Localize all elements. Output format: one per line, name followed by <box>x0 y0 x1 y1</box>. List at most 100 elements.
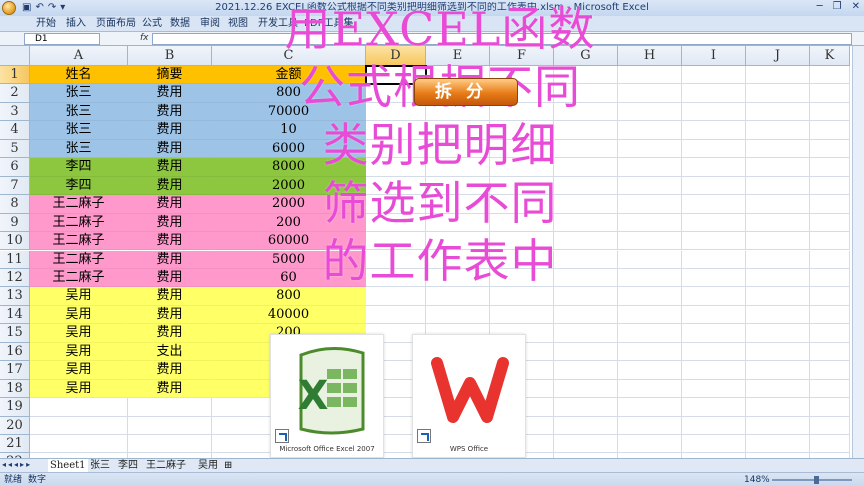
cell-d4[interactable] <box>366 121 426 140</box>
row-header-2[interactable]: 2 <box>0 84 30 103</box>
cell-i1[interactable] <box>682 66 746 85</box>
cell-k4[interactable] <box>810 121 850 140</box>
cell-k10[interactable] <box>810 232 850 251</box>
cell-f9[interactable] <box>490 213 554 233</box>
zoom-level[interactable]: 148% <box>744 474 770 486</box>
cell-b7[interactable]: 费用 <box>128 176 212 196</box>
cell-d8[interactable] <box>366 195 426 214</box>
cell-g21[interactable] <box>554 435 618 454</box>
cell-g14[interactable] <box>554 305 618 325</box>
cell-k8[interactable] <box>810 195 850 214</box>
cell-k6[interactable] <box>810 158 850 177</box>
cell-i8[interactable] <box>682 195 746 214</box>
cell-h6[interactable] <box>618 158 682 177</box>
column-header-i[interactable]: I <box>682 46 746 66</box>
row-header-14[interactable]: 14 <box>0 305 30 325</box>
cell-k11[interactable] <box>810 250 850 269</box>
cell-e8[interactable] <box>426 195 490 214</box>
wps-shortcut-tile[interactable]: WPS Office <box>412 334 526 458</box>
tab-view[interactable]: 视图 <box>228 17 248 30</box>
zoom-slider[interactable] <box>772 476 852 484</box>
sheet-tab-1[interactable]: 张三 <box>88 459 112 472</box>
cell-j11[interactable] <box>746 250 810 269</box>
column-header-c[interactable]: C <box>212 46 366 66</box>
row-header-11[interactable]: 11 <box>0 250 30 269</box>
row-header-17[interactable]: 17 <box>0 361 30 380</box>
cell-a1[interactable]: 姓名 <box>30 66 128 85</box>
cell-e13[interactable] <box>426 287 490 306</box>
cell-i3[interactable] <box>682 102 746 122</box>
cell-b4[interactable]: 费用 <box>128 121 212 140</box>
cell-h12[interactable] <box>618 268 682 288</box>
row-header-12[interactable]: 12 <box>0 268 30 288</box>
cell-e6[interactable] <box>426 158 490 177</box>
cell-i14[interactable] <box>682 305 746 325</box>
cell-a21[interactable] <box>30 435 128 454</box>
cell-g12[interactable] <box>554 268 618 288</box>
cell-c11[interactable]: 5000 <box>212 250 366 269</box>
cell-f5[interactable] <box>490 139 554 159</box>
cell-h7[interactable] <box>618 176 682 196</box>
cell-i15[interactable] <box>682 324 746 343</box>
cell-e10[interactable] <box>426 232 490 251</box>
cell-i19[interactable] <box>682 398 746 417</box>
cell-f13[interactable] <box>490 287 554 306</box>
cell-k21[interactable] <box>810 435 850 454</box>
cell-j1[interactable] <box>746 66 810 85</box>
cell-g4[interactable] <box>554 121 618 140</box>
row-header-6[interactable]: 6 <box>0 158 30 177</box>
cell-g6[interactable] <box>554 158 618 177</box>
cell-e9[interactable] <box>426 213 490 233</box>
cell-g20[interactable] <box>554 416 618 435</box>
cell-d5[interactable] <box>366 139 426 159</box>
sheet-tab-0[interactable]: Sheet1 <box>48 459 88 472</box>
cell-c9[interactable]: 200 <box>212 213 366 233</box>
name-box[interactable]: D1 <box>24 33 100 45</box>
cell-e4[interactable] <box>426 121 490 140</box>
cell-j5[interactable] <box>746 139 810 159</box>
row-header-20[interactable]: 20 <box>0 416 30 435</box>
cell-h21[interactable] <box>618 435 682 454</box>
cell-a15[interactable]: 吴用 <box>30 324 128 343</box>
cell-b9[interactable]: 费用 <box>128 213 212 233</box>
row-header-16[interactable]: 16 <box>0 342 30 362</box>
cell-c12[interactable]: 60 <box>212 268 366 288</box>
cell-d13[interactable] <box>366 287 426 306</box>
cell-b6[interactable]: 费用 <box>128 158 212 177</box>
cell-i11[interactable] <box>682 250 746 269</box>
cell-h3[interactable] <box>618 102 682 122</box>
cell-k15[interactable] <box>810 324 850 343</box>
tab-data[interactable]: 数据 <box>170 17 190 30</box>
close-icon[interactable]: ✕ <box>852 1 860 13</box>
cell-g1[interactable] <box>554 66 618 85</box>
cell-j18[interactable] <box>746 379 810 399</box>
cell-a12[interactable]: 王二麻子 <box>30 268 128 288</box>
cell-h10[interactable] <box>618 232 682 251</box>
cell-i13[interactable] <box>682 287 746 306</box>
cell-j21[interactable] <box>746 435 810 454</box>
cell-c2[interactable]: 800 <box>212 84 366 103</box>
zoom-slider-thumb[interactable] <box>814 476 819 484</box>
cell-i5[interactable] <box>682 139 746 159</box>
cell-j13[interactable] <box>746 287 810 306</box>
insert-sheet-icon[interactable]: ⊞ <box>222 459 234 472</box>
cell-d9[interactable] <box>366 213 426 233</box>
cell-k14[interactable] <box>810 305 850 325</box>
cell-b11[interactable]: 费用 <box>128 250 212 269</box>
cell-b18[interactable]: 费用 <box>128 379 212 399</box>
cell-f4[interactable] <box>490 121 554 140</box>
cell-f11[interactable] <box>490 250 554 269</box>
cell-j19[interactable] <box>746 398 810 417</box>
cell-a9[interactable]: 王二麻子 <box>30 213 128 233</box>
cell-g8[interactable] <box>554 195 618 214</box>
tab-formulas[interactable]: 公式 <box>142 17 162 30</box>
cell-k9[interactable] <box>810 213 850 233</box>
tab-developer[interactable]: 开发工具 <box>258 17 298 30</box>
cell-g19[interactable] <box>554 398 618 417</box>
cell-h8[interactable] <box>618 195 682 214</box>
row-header-3[interactable]: 3 <box>0 102 30 122</box>
cell-a14[interactable]: 吴用 <box>30 305 128 325</box>
cell-b10[interactable]: 费用 <box>128 232 212 251</box>
row-header-8[interactable]: 8 <box>0 195 30 214</box>
excel-shortcut-tile[interactable]: X Microsoft Office Excel 2007 <box>270 334 384 458</box>
